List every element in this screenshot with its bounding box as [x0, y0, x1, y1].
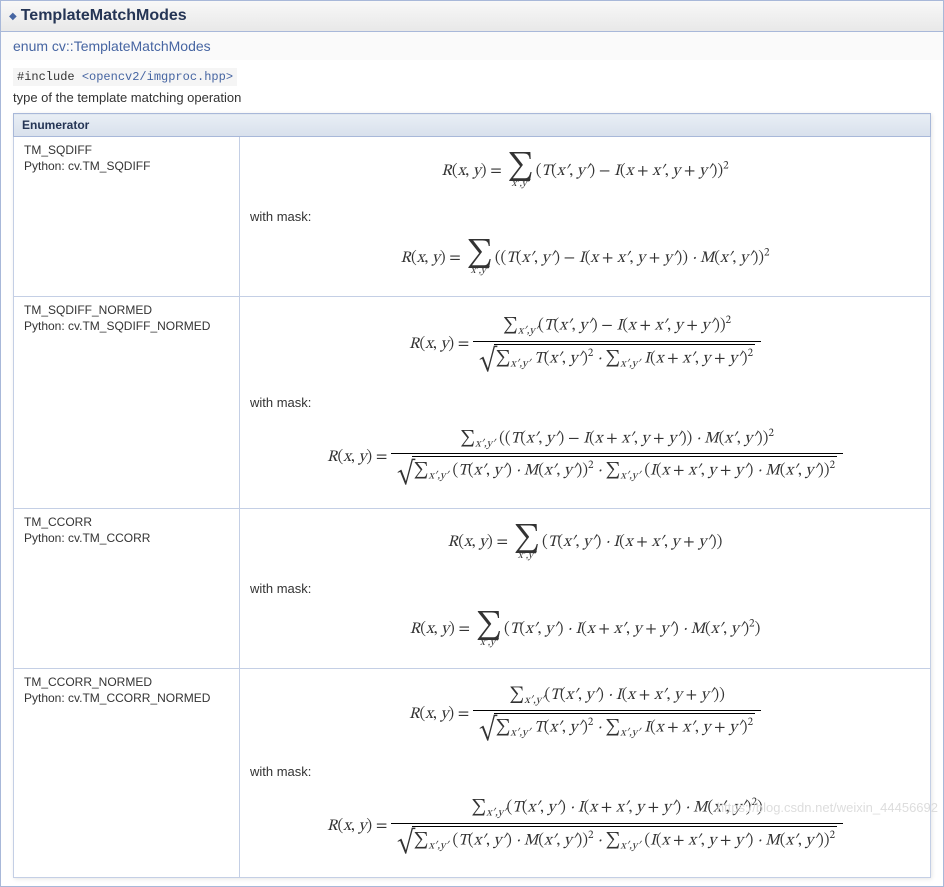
enum-desc-cell: R(x, y) = ∑x′,y′(T(x′, y′) · I(x + x′, y… — [240, 668, 931, 877]
formula-mask: R(x, y) = ∑x′,y′((T(x′, y′) − I(x + x′, … — [250, 230, 920, 290]
enum-value-name[interactable]: TM_SQDIFF — [24, 143, 92, 157]
python-binding: Python: cv.TM_SQDIFF — [24, 159, 229, 173]
enum-desc-cell: R(x, y) = ∑x′,y′(T(x′, y′) · I(x + x′, y… — [240, 508, 931, 668]
formula-mask: R(x, y) = ∑x′,y′ ((T(x′, y′) − I(x + x′,… — [250, 416, 920, 502]
enum-name-cell: TM_CCORR_NORMED Python: cv.TM_CCORR_NORME… — [14, 668, 240, 877]
diamond-icon: ◆ — [9, 11, 17, 22]
include-path[interactable]: <opencv2/imgproc.hpp> — [82, 70, 233, 84]
content-area: #include <opencv2/imgproc.hpp> type of t… — [0, 60, 944, 887]
table-row: TM_CCORR_NORMED Python: cv.TM_CCORR_NORME… — [14, 668, 931, 877]
python-binding: Python: cv.TM_CCORR — [24, 531, 229, 545]
enumerator-table: Enumerator TM_SQDIFF Python: cv.TM_SQDIFF… — [13, 113, 931, 878]
enum-value-name[interactable]: TM_CCORR — [24, 515, 92, 529]
formula: R(x, y) = ∑x′,y′(T(x′, y′) − I(x + x′, y… — [250, 143, 920, 203]
enum-desc-cell: R(x, y) = ∑x′,y′(T(x′, y′) − I(x + x′, y… — [240, 137, 931, 297]
enum-value-name[interactable]: TM_CCORR_NORMED — [24, 675, 152, 689]
enum-desc-cell: R(x, y) = ∑x′,y′(T(x′, y′) − I(x + x′, y… — [240, 297, 931, 509]
formula: R(x, y) = ∑x′,y′(T(x′, y′) · I(x + x′, y… — [250, 515, 920, 575]
enum-name-cell: TM_SQDIFF_NORMED Python: cv.TM_SQDIFF_NOR… — [14, 297, 240, 509]
formula: R(x, y) = ∑x′,y′(T(x′, y′) − I(x + x′, y… — [250, 303, 920, 389]
with-mask-label: with mask: — [250, 581, 920, 596]
table-row: TM_SQDIFF_NORMED Python: cv.TM_SQDIFF_NOR… — [14, 297, 931, 509]
formula-mask: R(x, y) = ∑x′,y′(T(x′, y′) · I(x + x′, y… — [250, 602, 920, 662]
section-header: ◆ TemplateMatchModes — [0, 0, 944, 32]
table-row: TM_CCORR Python: cv.TM_CCORR R(x, y) = ∑x′… — [14, 508, 931, 668]
page-title: TemplateMatchModes — [21, 7, 187, 25]
with-mask-label: with mask: — [250, 395, 920, 410]
formula: R(x, y) = ∑x′,y′(T(x′, y′) · I(x + x′, y… — [250, 675, 920, 759]
table-row: TM_SQDIFF Python: cv.TM_SQDIFF R(x, y) = ∑… — [14, 137, 931, 297]
with-mask-label: with mask: — [250, 209, 920, 224]
enum-name-cell: TM_CCORR Python: cv.TM_CCORR — [14, 508, 240, 668]
python-binding: Python: cv.TM_CCORR_NORMED — [24, 691, 229, 705]
description: type of the template matching operation — [13, 90, 931, 105]
enum-name-cell: TM_SQDIFF Python: cv.TM_SQDIFF — [14, 137, 240, 297]
enum-signature: enum cv::TemplateMatchModes — [0, 32, 944, 60]
include-prefix: #include — [17, 70, 82, 84]
formula-mask: R(x, y) = ∑x′,y′(T(x′, y′) · I(x + x′, y… — [250, 785, 920, 871]
with-mask-label: with mask: — [250, 764, 920, 779]
include-directive: #include <opencv2/imgproc.hpp> — [13, 68, 237, 86]
table-header: Enumerator — [14, 114, 931, 137]
python-binding: Python: cv.TM_SQDIFF_NORMED — [24, 319, 229, 333]
enum-value-name[interactable]: TM_SQDIFF_NORMED — [24, 303, 152, 317]
